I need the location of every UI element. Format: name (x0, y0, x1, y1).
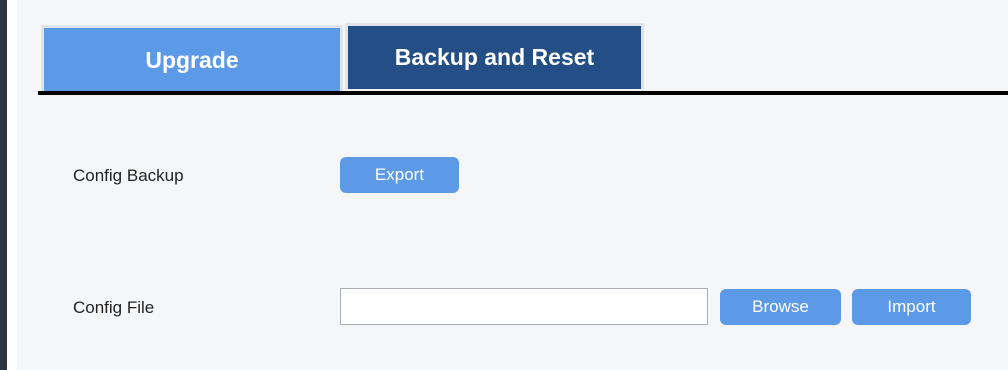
tab-divider (38, 91, 1008, 95)
import-button[interactable]: Import (852, 289, 971, 325)
config-file-label: Config File (73, 298, 155, 317)
export-button[interactable]: Export (340, 157, 459, 193)
left-border (0, 0, 7, 370)
page: Upgrade Backup and Reset Config Backup E… (0, 0, 1008, 370)
config-file-input[interactable] (340, 288, 708, 325)
tab-backup-and-reset[interactable]: Backup and Reset (345, 23, 644, 89)
left-gap (7, 0, 17, 370)
tab-upgrade[interactable]: Upgrade (41, 25, 343, 92)
config-backup-label: Config Backup (73, 166, 184, 185)
browse-button[interactable]: Browse (720, 289, 841, 325)
